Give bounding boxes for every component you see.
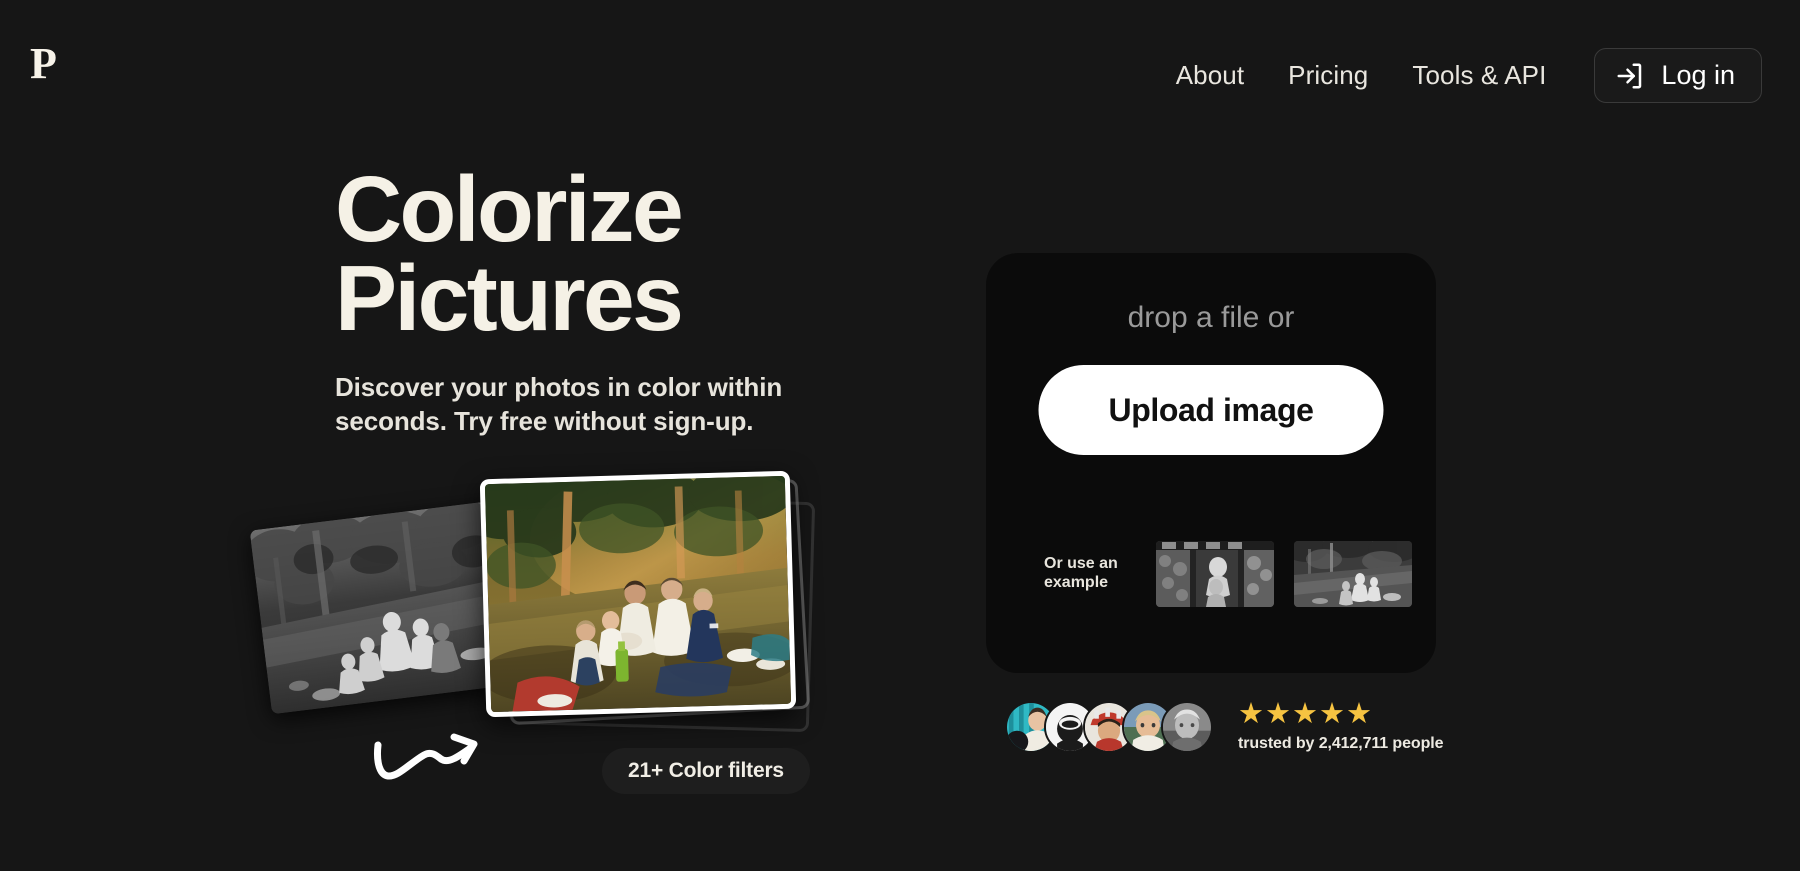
example-images-row: Or use an example bbox=[1044, 541, 1412, 607]
nav-link-pricing[interactable]: Pricing bbox=[1266, 60, 1390, 91]
example-thumb-1[interactable] bbox=[1156, 541, 1274, 607]
logo[interactable]: P bbox=[30, 42, 57, 86]
login-button[interactable]: Log in bbox=[1594, 48, 1762, 103]
before-photo-black-and-white[interactable] bbox=[249, 500, 516, 715]
nav-link-about[interactable]: About bbox=[1154, 60, 1266, 91]
avatar-5 bbox=[1161, 700, 1213, 753]
curved-arrow-icon bbox=[368, 723, 498, 785]
upload-panel: drop a file or Upload image Or use an ex… bbox=[986, 253, 1436, 673]
hero-text-block: Colorize Pictures Discover your photos i… bbox=[335, 163, 855, 438]
photo-comparison-collage: 21+ Color filters bbox=[240, 470, 880, 794]
avatar-group bbox=[1005, 700, 1213, 753]
main-navigation: About Pricing Tools & API Log in bbox=[1154, 48, 1762, 103]
headline-line-2: Pictures bbox=[335, 246, 684, 351]
example-thumb-2[interactable] bbox=[1294, 541, 1412, 607]
hero-subtitle: Discover your photos in color within sec… bbox=[335, 371, 783, 436]
rating-block: ★★★★★ trusted by 2,412,711 people bbox=[1238, 698, 1444, 753]
site-header: P About Pricing Tools & API Log in bbox=[0, 0, 1800, 130]
star-rating-icon: ★★★★★ bbox=[1238, 698, 1373, 730]
login-label: Log in bbox=[1661, 60, 1735, 90]
login-arrow-icon bbox=[1615, 61, 1645, 91]
social-proof-row: ★★★★★ trusted by 2,412,711 people bbox=[1005, 698, 1444, 753]
example-label: Or use an example bbox=[1044, 555, 1118, 591]
nav-link-tools-api[interactable]: Tools & API bbox=[1390, 60, 1568, 91]
page-title: Colorize Pictures bbox=[335, 163, 855, 345]
upload-image-button[interactable]: Upload image bbox=[1038, 365, 1384, 455]
trusted-by-text: trusted by 2,412,711 people bbox=[1238, 735, 1444, 752]
after-photo-colorized[interactable] bbox=[479, 470, 797, 718]
drop-file-text: drop a file or bbox=[1127, 301, 1295, 334]
color-filters-badge[interactable]: 21+ Color filters bbox=[602, 748, 810, 794]
